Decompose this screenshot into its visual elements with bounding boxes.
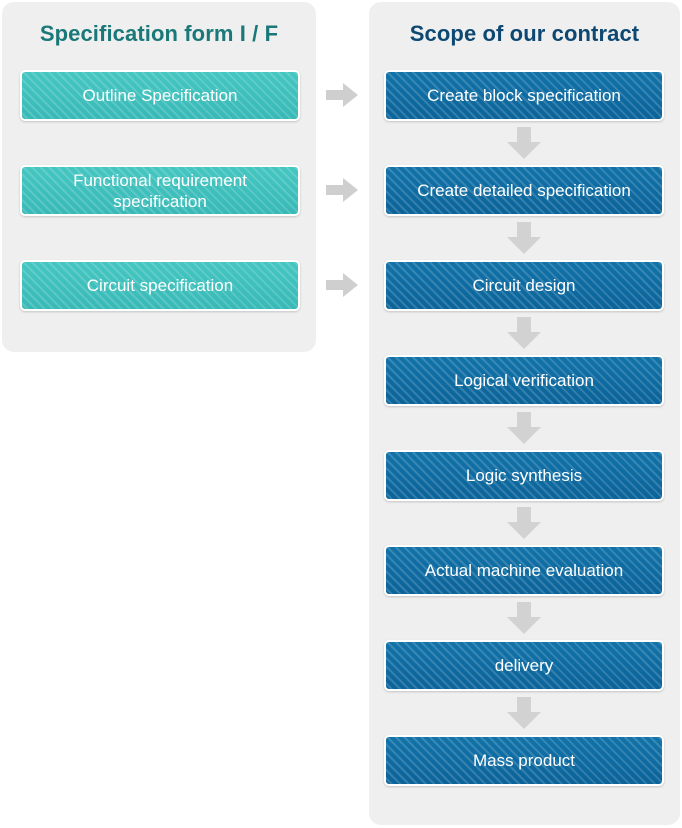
node-circuit-design[interactable]: Circuit design — [384, 260, 664, 311]
arrow-down-icon — [507, 222, 541, 254]
node-mass-product[interactable]: Mass product — [384, 735, 664, 786]
arrow-down-icon — [507, 697, 541, 729]
node-label: delivery — [494, 656, 554, 675]
node-logical-verification[interactable]: Logical verification — [384, 355, 664, 406]
node-label: Actual machine evaluation — [424, 561, 624, 580]
node-logic-synthesis[interactable]: Logic synthesis — [384, 450, 664, 501]
node-delivery[interactable]: delivery — [384, 640, 664, 691]
node-label: Circuit design — [472, 276, 576, 295]
node-label: Functional requirement specification — [73, 170, 247, 211]
node-label: Create detailed specification — [417, 181, 631, 200]
node-functional-requirement-specification[interactable]: Functional requirement specification — [20, 165, 300, 216]
panel-specification-form: Specification form I / F Outline Specifi… — [2, 2, 316, 352]
arrow-down-icon — [507, 507, 541, 539]
node-actual-machine-evaluation[interactable]: Actual machine evaluation — [384, 545, 664, 596]
arrow-down-icon — [507, 127, 541, 159]
arrow-down-icon — [507, 317, 541, 349]
arrow-right-icon — [326, 83, 358, 107]
node-create-detailed-specification[interactable]: Create detailed specification — [384, 165, 664, 216]
left-panel-title: Specification form I / F — [39, 21, 279, 46]
node-label: Create block specification — [427, 86, 621, 105]
arrow-right-icon — [326, 273, 358, 297]
arrow-down-icon — [507, 412, 541, 444]
right-panel-title: Scope of our contract — [409, 21, 640, 46]
node-label: Logic synthesis — [465, 466, 583, 485]
node-create-block-specification[interactable]: Create block specification — [384, 70, 664, 121]
flow-diagram: Specification form I / F Outline Specifi… — [0, 0, 682, 828]
arrow-right-icon — [326, 178, 358, 202]
node-circuit-specification[interactable]: Circuit specification — [20, 260, 300, 311]
arrow-down-icon — [507, 602, 541, 634]
node-label: Mass product — [472, 751, 576, 770]
node-outline-specification[interactable]: Outline Specification — [20, 70, 300, 121]
node-label: Circuit specification — [86, 276, 234, 295]
node-label: Logical verification — [454, 371, 594, 390]
node-label: Outline Specification — [82, 86, 238, 105]
